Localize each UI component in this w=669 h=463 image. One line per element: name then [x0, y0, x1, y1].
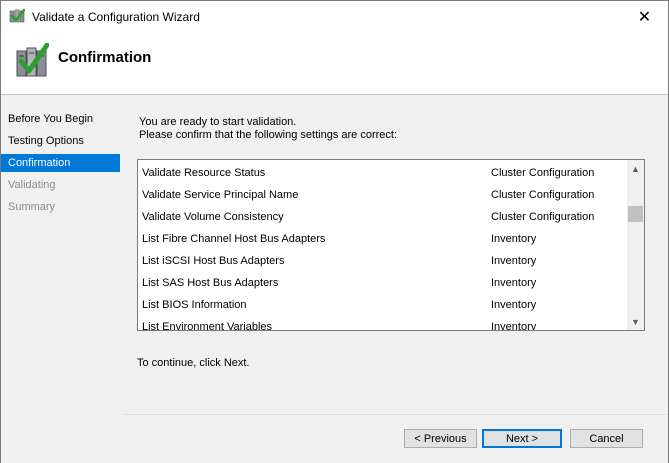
list-item-category: Cluster Configuration — [491, 167, 595, 179]
next-button[interactable]: Next > — [482, 429, 562, 448]
list-item-category: Inventory — [491, 255, 537, 267]
list-item-category: Inventory — [491, 233, 537, 245]
nav-item-testing-options[interactable]: Testing Options — [1, 132, 120, 150]
cancel-button[interactable]: Cancel — [570, 429, 643, 448]
nav-item-validating: Validating — [8, 179, 56, 191]
intro-instruction: Please confirm that the following settin… — [139, 129, 398, 141]
nav-item-confirmation[interactable]: Confirmation — [1, 154, 120, 172]
cluster-check-icon — [15, 42, 50, 79]
list-item-category: Cluster Configuration — [491, 189, 595, 201]
window-title: Validate a Configuration Wizard — [32, 10, 200, 24]
list-item-category: Inventory — [491, 321, 537, 331]
close-icon: ✕ — [637, 8, 652, 26]
cluster-check-icon — [9, 8, 26, 24]
close-button[interactable]: ✕ — [621, 1, 668, 32]
wizard-window: Validate a Configuration Wizard ✕ Confir… — [0, 0, 669, 463]
list-item-category: Inventory — [491, 277, 537, 289]
list-item-test: List Environment Variables — [142, 321, 273, 331]
nav-item-before-you-begin[interactable]: Before You Begin — [1, 110, 120, 128]
scroll-down-icon[interactable]: ▼ — [627, 313, 644, 330]
wizard-header: Confirmation — [1, 32, 668, 94]
page-title: Confirmation — [58, 49, 152, 66]
intro-text: You are ready to start validation. — [139, 116, 297, 128]
nav-item-summary: Summary — [8, 201, 56, 213]
list-item[interactable]: Validate Service Principal Name Cluster … — [138, 184, 628, 206]
title-bar: Validate a Configuration Wizard ✕ — [1, 1, 668, 32]
continue-instruction: To continue, click Next. — [137, 357, 250, 369]
list-item-test: List BIOS Information — [142, 299, 247, 311]
main-panel: You are ready to start validation. Pleas… — [123, 95, 668, 463]
list-item-test: Validate Service Principal Name — [142, 189, 299, 201]
list-item[interactable]: List iSCSI Host Bus Adapters Inventory — [138, 250, 628, 272]
scroll-thumb[interactable] — [628, 206, 643, 222]
footer-divider — [123, 414, 668, 415]
list-item[interactable]: Validate Resource Status Cluster Configu… — [138, 162, 628, 184]
list-item[interactable]: List BIOS Information Inventory — [138, 294, 628, 316]
list-item[interactable]: List SAS Host Bus Adapters Inventory — [138, 272, 628, 294]
list-item-test: Validate Resource Status — [142, 167, 266, 179]
scroll-up-icon[interactable]: ▲ — [627, 160, 644, 177]
list-item-test: List Fibre Channel Host Bus Adapters — [142, 233, 326, 245]
list-item[interactable]: List Environment Variables Inventory — [138, 316, 628, 331]
wizard-steps-nav: Before You Begin Testing Options Confirm… — [1, 95, 123, 463]
list-item-category: Inventory — [491, 299, 537, 311]
list-item[interactable]: List Fibre Channel Host Bus Adapters Inv… — [138, 228, 628, 250]
list-item-category: Cluster Configuration — [491, 211, 595, 223]
list-item-test: Validate Volume Consistency — [142, 211, 284, 223]
previous-button[interactable]: < Previous — [404, 429, 477, 448]
list-item-test: List iSCSI Host Bus Adapters — [142, 255, 285, 267]
list-item[interactable]: Validate Volume Consistency Cluster Conf… — [138, 206, 628, 228]
list-item-test: List SAS Host Bus Adapters — [142, 277, 279, 289]
vertical-scrollbar[interactable]: ▲ ▼ — [627, 160, 644, 330]
settings-listbox[interactable]: Validate Resource Status Cluster Configu… — [137, 159, 645, 331]
